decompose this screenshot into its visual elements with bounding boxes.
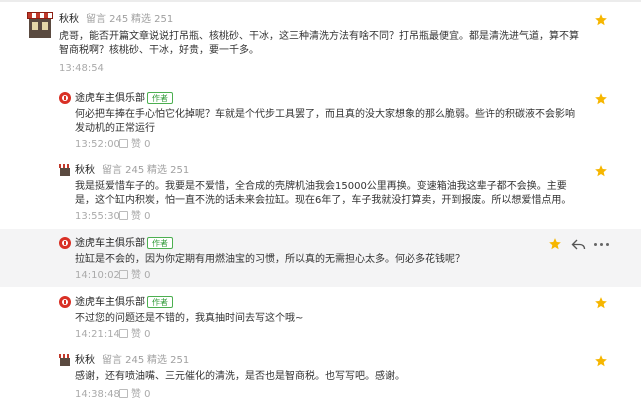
more-icon[interactable] xyxy=(594,243,610,247)
like-button[interactable]: 赞 0 xyxy=(119,210,151,223)
comment-author[interactable]: 秋秋 xyxy=(75,164,95,177)
thumb-up-icon xyxy=(119,211,128,220)
like-count: 赞 0 xyxy=(131,389,151,400)
comment-author[interactable]: 途虎车主俱乐部 xyxy=(75,237,145,250)
comment-time: 13:48:54 xyxy=(59,63,104,74)
avatar[interactable] xyxy=(59,354,71,366)
like-button[interactable]: 赞 0 xyxy=(119,269,151,282)
comment-item: 秋秋 留言 245 精选 251 感谢，还有喷油嘴、三元催化的清洗，是否也是智商… xyxy=(0,350,641,410)
avatar[interactable] xyxy=(59,164,71,176)
comment-page: 秋秋 留言 245 精选 251 虎哥，能否开篇文章说说打吊瓶、核桃砂、干冰，这… xyxy=(0,0,641,413)
comment-item: 秋秋 留言 245 精选 251 我是挺爱惜车子的。我要是不爱惜，全合成的壳牌机… xyxy=(0,158,641,226)
author-badge: 作者 xyxy=(147,92,173,104)
comment-author[interactable]: 途虎车主俱乐部 xyxy=(75,92,145,105)
star-icon[interactable] xyxy=(594,164,608,178)
thumb-up-icon xyxy=(119,139,128,148)
author-badge: 作者 xyxy=(147,296,173,308)
featured-count: 精选 251 xyxy=(147,355,190,366)
comment-text: 我是挺爱惜车子的。我要是不爱惜，全合成的壳牌机油我会15000公里再换。变速箱油… xyxy=(75,181,572,206)
featured-count: 精选 251 xyxy=(131,14,174,25)
comment-time: 14:38:48 xyxy=(75,389,120,400)
avatar[interactable] xyxy=(59,237,71,249)
avatar[interactable] xyxy=(59,296,71,308)
comment-text: 虎哥，能否开篇文章说说打吊瓶、核桃砂、干冰，这三种清洗方法有啥不同？打吊瓶最便宜… xyxy=(59,31,579,56)
message-count: 留言 245 xyxy=(102,165,145,176)
featured-count: 精选 251 xyxy=(147,165,190,176)
message-count: 留言 245 xyxy=(102,355,145,366)
comment-time: 13:55:30 xyxy=(75,211,120,222)
comment-time: 14:10:02 xyxy=(75,270,120,281)
comment-author[interactable]: 途虎车主俱乐部 xyxy=(75,296,145,309)
thumb-up-icon xyxy=(119,270,128,279)
like-button[interactable]: 赞 0 xyxy=(119,388,151,401)
star-icon[interactable] xyxy=(594,296,608,310)
comment-text: 感谢，还有喷油嘴、三元催化的清洗，是否也是智商税。也写写吧。感谢。 xyxy=(75,371,405,382)
like-count: 赞 0 xyxy=(131,329,151,340)
reply-icon[interactable] xyxy=(571,238,586,251)
comment-text: 拉缸是不会的，因为你定期有用燃油宝的习惯，所以真的无需担心太多。何必多花钱呢？ xyxy=(75,254,465,265)
star-icon[interactable] xyxy=(594,354,608,368)
like-button[interactable]: 赞 0 xyxy=(119,328,151,341)
message-count: 留言 245 xyxy=(86,14,129,25)
comment-text: 不过您的问题还是不错的，我真抽时间去写这个哦~ xyxy=(75,313,304,324)
star-icon[interactable] xyxy=(594,13,608,27)
star-icon[interactable] xyxy=(548,237,562,251)
like-count: 赞 0 xyxy=(131,211,151,222)
comment-item: 途虎车主俱乐部 作者 不过您的问题还是不错的，我真抽时间去写这个哦~ 14:21… xyxy=(0,291,641,349)
thumb-up-icon xyxy=(119,329,128,338)
star-icon[interactable] xyxy=(594,92,608,106)
author-badge: 作者 xyxy=(147,237,173,249)
comment-author[interactable]: 秋秋 xyxy=(59,13,79,26)
comment-author[interactable]: 秋秋 xyxy=(75,354,95,367)
like-count: 赞 0 xyxy=(131,270,151,281)
avatar[interactable] xyxy=(27,12,53,38)
thumb-up-icon xyxy=(119,389,128,398)
comment-item: 秋秋 留言 245 精选 251 虎哥，能否开篇文章说说打吊瓶、核桃砂、干冰，这… xyxy=(0,0,641,80)
like-count: 赞 0 xyxy=(131,139,151,150)
comment-item-highlighted: 途虎车主俱乐部 作者 拉缸是不会的，因为你定期有用燃油宝的习惯，所以真的无需担心… xyxy=(0,229,641,287)
comment-time: 13:52:00 xyxy=(75,139,120,150)
avatar[interactable] xyxy=(59,92,71,104)
like-button[interactable]: 赞 0 xyxy=(119,138,151,151)
comment-item: 途虎车主俱乐部 作者 何必把车捧在手心怕它化掉呢？车就是个代步工具罢了，而且真的… xyxy=(0,84,641,154)
comment-text: 何必把车捧在手心怕它化掉呢？车就是个代步工具罢了，而且真的没大家想象的那么脆弱。… xyxy=(75,109,575,134)
comment-time: 14:21:14 xyxy=(75,329,120,340)
